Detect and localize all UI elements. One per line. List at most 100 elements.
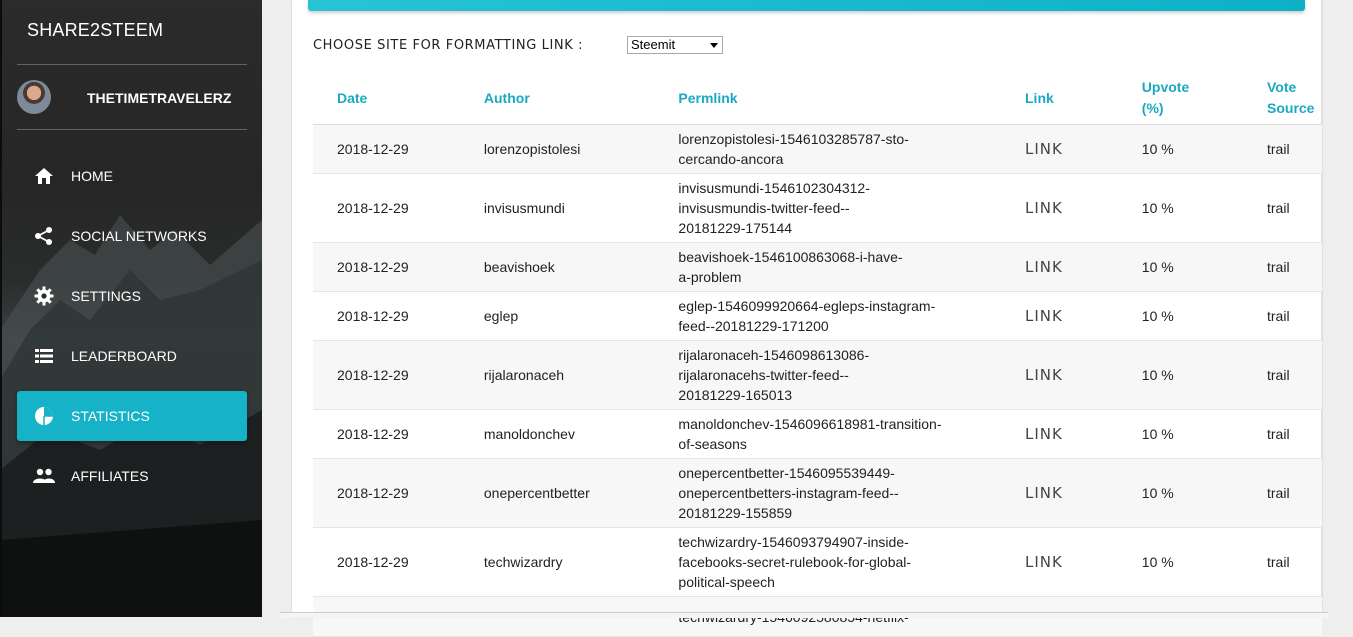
post-link[interactable]: LINK [1025,199,1063,217]
sidebar-item-label: SETTINGS [71,288,142,304]
cell-link: LINK [1025,527,1142,597]
site-select[interactable]: Steemit [627,36,723,54]
divider [17,129,247,130]
horizontal-scrollbar[interactable] [280,612,1328,618]
sidebar-item-label: LEADERBOARD [71,348,177,364]
cell-vote-source: trail [1267,124,1322,174]
table-row: 2018-12-29 rijalaronaceh rijalaronaceh-154… [313,340,1322,410]
permlink-line: 20181229-165013 [678,387,793,403]
divider [17,64,247,65]
column-header-vote-source[interactable]: Vote Source [1267,72,1322,125]
cell-link: LINK [1025,458,1142,528]
table-header-row: Date Author Permlink Link Upvote (%) Vot… [313,72,1322,125]
sidebar-item-leaderboard[interactable]: LEADERBOARD [17,331,247,381]
sidebar-item-settings[interactable]: SETTINGS [17,271,247,321]
table-row: 2018-12-29 eglep eglep-1546099920664-eglep… [313,291,1322,341]
cell-upvote: 10 % [1141,173,1267,243]
sidebar-item-label: STATISTICS [71,408,150,424]
table-row: 2018-12-29 manoldonchev manoldonchev-15460… [313,409,1322,459]
cell-permlink: beavishoek-1546100863068-i-have-a-proble… [678,242,1025,292]
cell-upvote: 10 % [1141,124,1267,174]
sidebar: SHARE2STEEM THETIMETRAVELERZ HOME SOCIAL… [0,0,262,617]
permlink-line: rijalaronacehs-twitter-feed-- [678,367,849,383]
column-header-permlink[interactable]: Permlink [678,72,1025,125]
cell-vote-source: trail [1267,340,1322,410]
sidebar-item-label: AFFILIATES [71,468,149,484]
cell-upvote: 10 % [1141,409,1267,459]
table-row: 2018-12-29 invisusmundi invisusmundi-15461… [313,173,1322,243]
table-row: 2018-12-29 beavishoek beavishoek-154610086… [313,242,1322,292]
cell-upvote: 10 % [1141,340,1267,410]
column-header-link[interactable]: Link [1025,72,1142,125]
sidebar-item-home[interactable]: HOME [17,151,247,201]
post-link[interactable]: LINK [1025,553,1063,571]
permlink-line: beavishoek-1546100863068-i-have- [678,249,903,265]
gear-icon [33,285,55,307]
cell-permlink: manoldonchev-1546096618981-transition-of… [678,409,1025,459]
avatar[interactable] [17,80,51,114]
post-link[interactable]: LINK [1025,140,1063,158]
post-link[interactable]: LINK [1025,307,1063,325]
cell-vote-source: trail [1267,527,1322,597]
table-row: 2018-12-29 lorenzopistolesi lorenzopistole… [313,124,1322,174]
cell-date: 2018-12-29 [313,173,484,243]
permlink-line: techwizardry-1546093794907-inside- [678,534,909,550]
cell-permlink: rijalaronaceh-1546098613086- rijalaronace… [678,340,1025,410]
permlink-line: onepercentbetters-instagram-feed-- [678,485,899,501]
people-icon [33,465,55,487]
cell-link: LINK [1025,124,1142,174]
username[interactable]: THETIMETRAVELERZ [87,90,231,106]
cell-link: LINK [1025,409,1142,459]
cell-permlink: techwizardry-1546093794907-inside-facebo… [678,527,1025,597]
cell-vote-source: trail [1267,291,1322,341]
brand-title[interactable]: SHARE2STEEM [27,20,163,41]
permlink-line: political-speech [678,574,775,590]
sidebar-item-label: HOME [71,168,113,184]
site-select-value: Steemit [631,37,676,52]
cell-date: 2018-12-29 [313,458,484,528]
permlink-line: invisusmundis-twitter-feed-- [678,200,850,216]
cell-link: LINK [1025,340,1142,410]
cell-date: 2018-12-29 [313,527,484,597]
post-link[interactable]: LINK [1025,366,1063,384]
cell-vote-source: trail [1267,242,1322,292]
permlink-line: of-seasons [678,436,747,452]
home-icon [33,165,55,187]
post-link[interactable]: LINK [1025,425,1063,443]
cell-permlink: eglep-1546099920664-egleps-instagram-fee… [678,291,1025,341]
cell-permlink: onepercentbetter-1546095539449- onepercen… [678,458,1025,528]
cell-upvote: 10 % [1141,458,1267,528]
table-row: 2018-12-29 techwizardry techwizardry-15460… [313,527,1322,597]
cell-link: LINK [1025,242,1142,292]
sidebar-item-affiliates[interactable]: AFFILIATES [17,451,247,501]
sidebar-item-statistics[interactable]: STATISTICS [17,391,247,441]
cell-link: LINK [1025,173,1142,243]
column-header-author[interactable]: Author [483,72,679,125]
column-header-date[interactable]: Date [313,72,484,125]
permlink-line: feed--20181229-171200 [678,318,829,334]
cell-vote-source: trail [1267,173,1322,243]
permlink-line: cercando-ancora [678,151,784,167]
column-header-upvote[interactable]: Upvote (%) [1141,72,1267,125]
cell-upvote: 10 % [1141,242,1267,292]
permlink-line: lorenzopistolesi-1546103285787-sto- [678,131,909,147]
cell-permlink: lorenzopistolesi-1546103285787-sto-cerca… [678,124,1025,174]
permlink-line: invisusmundi-1546102304312- [678,180,870,196]
format-link-label: CHOOSE SITE FOR FORMATTING LINK : [313,38,584,53]
cell-link: LINK [1025,291,1142,341]
share-icon [33,225,55,247]
chevron-down-icon [710,43,718,48]
card-header-bar [308,0,1305,11]
post-link[interactable]: LINK [1025,258,1063,276]
list-icon [33,345,55,367]
post-link[interactable]: LINK [1025,484,1063,502]
sidebar-item-social-networks[interactable]: SOCIAL NETWORKS [17,211,247,261]
cell-date: 2018-12-29 [313,409,484,459]
permlink-line: rijalaronaceh-1546098613086- [678,347,870,363]
permlink-line: a-problem [678,269,742,285]
permlink-line: manoldonchev-1546096618981-transition- [678,416,942,432]
cell-date: 2018-12-29 [313,124,484,174]
permlink-line: eglep-1546099920664-egleps-instagram- [678,298,936,314]
cell-author: manoldonchev [483,409,679,459]
cell-vote-source: trail [1267,409,1322,459]
